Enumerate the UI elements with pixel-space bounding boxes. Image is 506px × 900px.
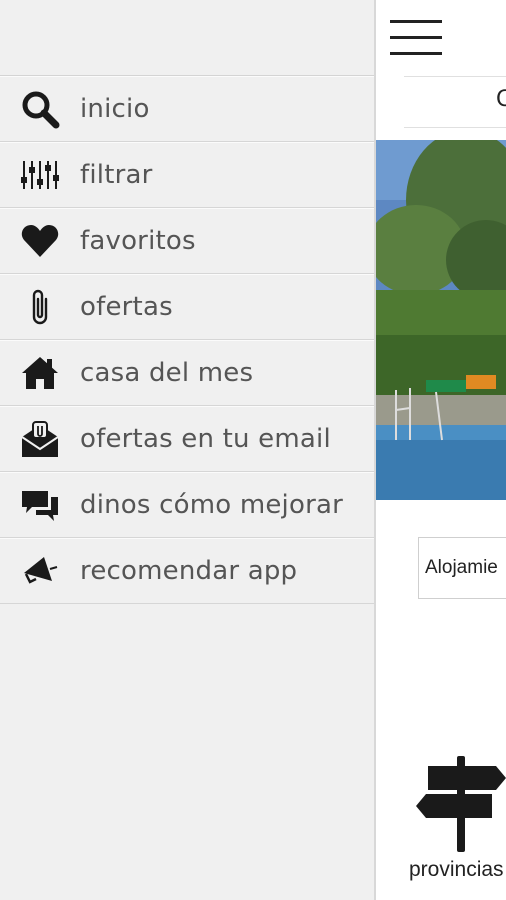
menu-item-label: filtrar (80, 160, 153, 190)
tab-label: C (496, 87, 506, 112)
accommodation-select[interactable]: Alojamie (418, 537, 506, 599)
menu-item-ofertas[interactable]: ofertas (0, 274, 374, 340)
email-offer-icon (0, 406, 80, 472)
menu-item-favoritos[interactable]: favoritos (0, 208, 374, 274)
signpost-icon[interactable] (416, 756, 506, 852)
menu-item-inicio[interactable]: inicio (0, 76, 374, 142)
tab-strip[interactable]: C (404, 76, 506, 128)
menu-item-filtrar[interactable]: filtrar (0, 142, 374, 208)
menu-item-casa-del-mes[interactable]: casa del mes (0, 340, 374, 406)
house-icon (0, 340, 80, 406)
heart-icon (0, 208, 80, 274)
sliders-icon (0, 142, 80, 208)
drawer-header (0, 0, 374, 76)
navigation-drawer: inicio filtrar favoritos ofertas casa de… (0, 0, 374, 900)
menu-item-label: ofertas en tu email (80, 424, 331, 454)
menu-item-recomendar-app[interactable]: recomendar app (0, 538, 374, 604)
menu-item-label: casa del mes (80, 358, 254, 388)
search-icon (0, 76, 80, 142)
select-value: Alojamie (425, 557, 498, 578)
menu-item-ofertas-en-tu-email[interactable]: ofertas en tu email (0, 406, 374, 472)
chat-bubbles-icon (0, 472, 80, 538)
menu-item-label: ofertas (80, 292, 173, 322)
menu-item-label: favoritos (80, 226, 196, 256)
menu-item-label: dinos cómo mejorar (80, 490, 343, 520)
provincias-label[interactable]: provincias (409, 858, 504, 882)
main-content: C Alojamie provincias (376, 0, 506, 900)
menu-item-label: recomendar app (80, 556, 298, 586)
menu-item-dinos-como-mejorar[interactable]: dinos cómo mejorar (0, 472, 374, 538)
hero-photo (376, 140, 506, 500)
paperclip-icon (0, 274, 80, 340)
menu-icon[interactable] (390, 20, 442, 56)
menu-item-label: inicio (80, 94, 150, 124)
megaphone-icon (0, 538, 80, 604)
